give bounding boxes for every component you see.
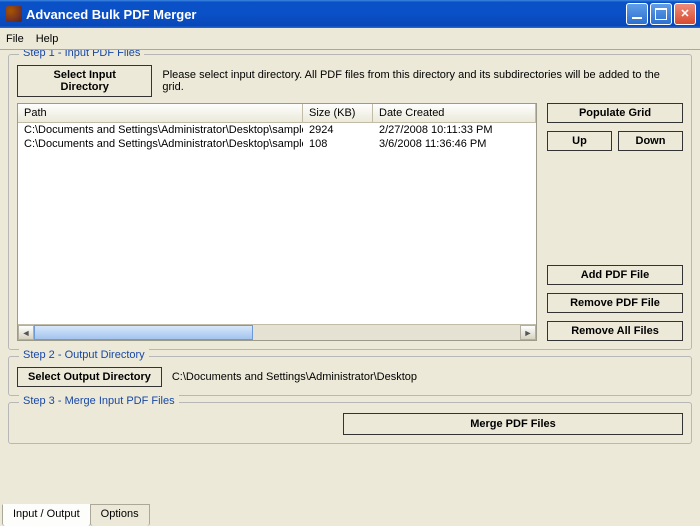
minimize-button[interactable] [626, 3, 648, 25]
file-grid[interactable]: Path Size (KB) Date Created C:\Documents… [17, 103, 537, 341]
step3-legend: Step 3 - Merge Input PDF Files [19, 395, 179, 407]
remove-pdf-button[interactable]: Remove PDF File [547, 293, 683, 313]
table-row[interactable]: C:\Documents and Settings\Administrator\… [18, 137, 536, 151]
window-title: Advanced Bulk PDF Merger [26, 7, 626, 22]
tab-input-output[interactable]: Input / Output [2, 504, 91, 526]
content-area: Step 1 - Input PDF Files Select Input Di… [0, 50, 700, 504]
down-button[interactable]: Down [618, 131, 683, 151]
output-directory-path: C:\Documents and Settings\Administrator\… [172, 371, 417, 383]
maximize-button[interactable] [650, 3, 672, 25]
window-controls [626, 3, 696, 25]
bottom-tabs: Input / Output Options [0, 504, 149, 526]
cell-path: C:\Documents and Settings\Administrator\… [18, 123, 303, 137]
remove-all-button[interactable]: Remove All Files [547, 321, 683, 341]
column-size[interactable]: Size (KB) [303, 104, 373, 122]
horizontal-scrollbar[interactable]: ◄ ► [18, 324, 536, 340]
grid-header: Path Size (KB) Date Created [18, 104, 536, 123]
tab-options[interactable]: Options [90, 504, 150, 526]
cell-date: 2/27/2008 10:11:33 PM [373, 123, 536, 137]
side-buttons: Populate Grid Up Down Add PDF File Remov… [547, 103, 683, 341]
column-path[interactable]: Path [18, 104, 303, 122]
step1-instruction: Please select input directory. All PDF f… [162, 69, 683, 93]
scroll-thumb[interactable] [34, 325, 253, 340]
scroll-right-icon[interactable]: ► [520, 325, 536, 340]
menu-bar: File Help [0, 28, 700, 50]
step2-group: Step 2 - Output Directory Select Output … [8, 356, 692, 396]
select-input-directory-button[interactable]: Select Input Directory [17, 65, 152, 97]
menu-help[interactable]: Help [36, 33, 59, 45]
cell-path: C:\Documents and Settings\Administrator\… [18, 137, 303, 151]
step2-legend: Step 2 - Output Directory [19, 349, 149, 361]
populate-grid-button[interactable]: Populate Grid [547, 103, 683, 123]
step3-group: Step 3 - Merge Input PDF Files Merge PDF… [8, 402, 692, 444]
merge-pdf-button[interactable]: Merge PDF Files [343, 413, 683, 435]
menu-file[interactable]: File [6, 33, 24, 45]
add-pdf-button[interactable]: Add PDF File [547, 265, 683, 285]
column-date[interactable]: Date Created [373, 104, 536, 122]
scroll-left-icon[interactable]: ◄ [18, 325, 34, 340]
scroll-track[interactable] [34, 325, 520, 340]
cell-size: 108 [303, 137, 373, 151]
table-row[interactable]: C:\Documents and Settings\Administrator\… [18, 123, 536, 137]
cell-size: 2924 [303, 123, 373, 137]
cell-date: 3/6/2008 11:36:46 PM [373, 137, 536, 151]
close-button[interactable] [674, 3, 696, 25]
select-output-directory-button[interactable]: Select Output Directory [17, 367, 162, 387]
title-bar: Advanced Bulk PDF Merger [0, 0, 700, 28]
app-icon [6, 6, 22, 22]
step1-group: Step 1 - Input PDF Files Select Input Di… [8, 54, 692, 350]
grid-body: C:\Documents and Settings\Administrator\… [18, 123, 536, 324]
step1-legend: Step 1 - Input PDF Files [19, 50, 144, 59]
up-button[interactable]: Up [547, 131, 612, 151]
